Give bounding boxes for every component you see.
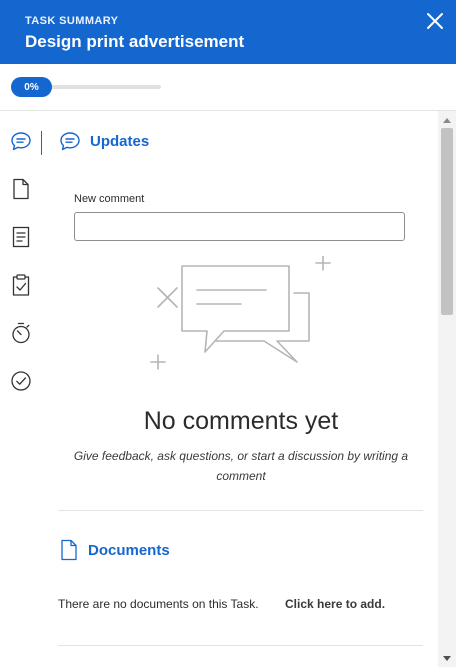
check-circle-icon: [11, 371, 31, 391]
scroll-up-arrow[interactable]: [443, 118, 451, 123]
updates-section-header: Updates: [58, 128, 149, 154]
empty-state-description: Give feedback, ask questions, or start a…: [73, 449, 409, 483]
rail-item-time[interactable]: [10, 321, 32, 345]
task-summary-header: TASK SUMMARY Design print advertisement: [0, 0, 456, 64]
comment-icon: [60, 132, 80, 151]
notes-icon: [12, 226, 30, 248]
empty-state-title: No comments yet: [143, 407, 339, 435]
no-comments-illustration: [150, 256, 331, 370]
new-comment-label: New comment: [74, 193, 145, 205]
documents-heading: Documents: [88, 541, 170, 559]
task-content: Updates New comment No comments yet Give…: [44, 111, 438, 667]
scrollbar-thumb[interactable]: [441, 128, 453, 315]
document-icon: [61, 539, 77, 561]
document-icon: [13, 178, 29, 200]
comment-icon: [11, 132, 31, 151]
clipboard-check-icon: [12, 274, 30, 296]
section-divider: [58, 510, 423, 511]
updates-heading: Updates: [90, 132, 150, 150]
rail-item-approvals[interactable]: [10, 273, 32, 297]
documents-section-header: Documents: [58, 537, 170, 563]
rail-active-indicator: [41, 131, 42, 155]
add-document-link[interactable]: Click here to add.: [285, 597, 385, 611]
rail-item-complete[interactable]: [10, 369, 32, 393]
close-icon: [427, 13, 443, 29]
progress-badge: 0%: [11, 77, 52, 97]
vertical-scrollbar[interactable]: [438, 111, 456, 667]
task-title: Design print advertisement: [25, 32, 245, 51]
rail-item-documents[interactable]: [10, 177, 32, 201]
timer-icon: [12, 322, 30, 344]
rail-item-updates[interactable]: [10, 129, 32, 153]
progress-row: 0%: [0, 64, 456, 111]
new-comment-input[interactable]: [74, 212, 405, 241]
section-divider: [58, 645, 423, 646]
section-rail: [0, 111, 44, 667]
scroll-down-arrow[interactable]: [443, 656, 451, 661]
close-button[interactable]: [424, 10, 446, 32]
no-documents-text: There are no documents on this Task.: [58, 597, 259, 611]
rail-item-notes[interactable]: [10, 225, 32, 249]
header-eyebrow: TASK SUMMARY: [25, 15, 119, 27]
